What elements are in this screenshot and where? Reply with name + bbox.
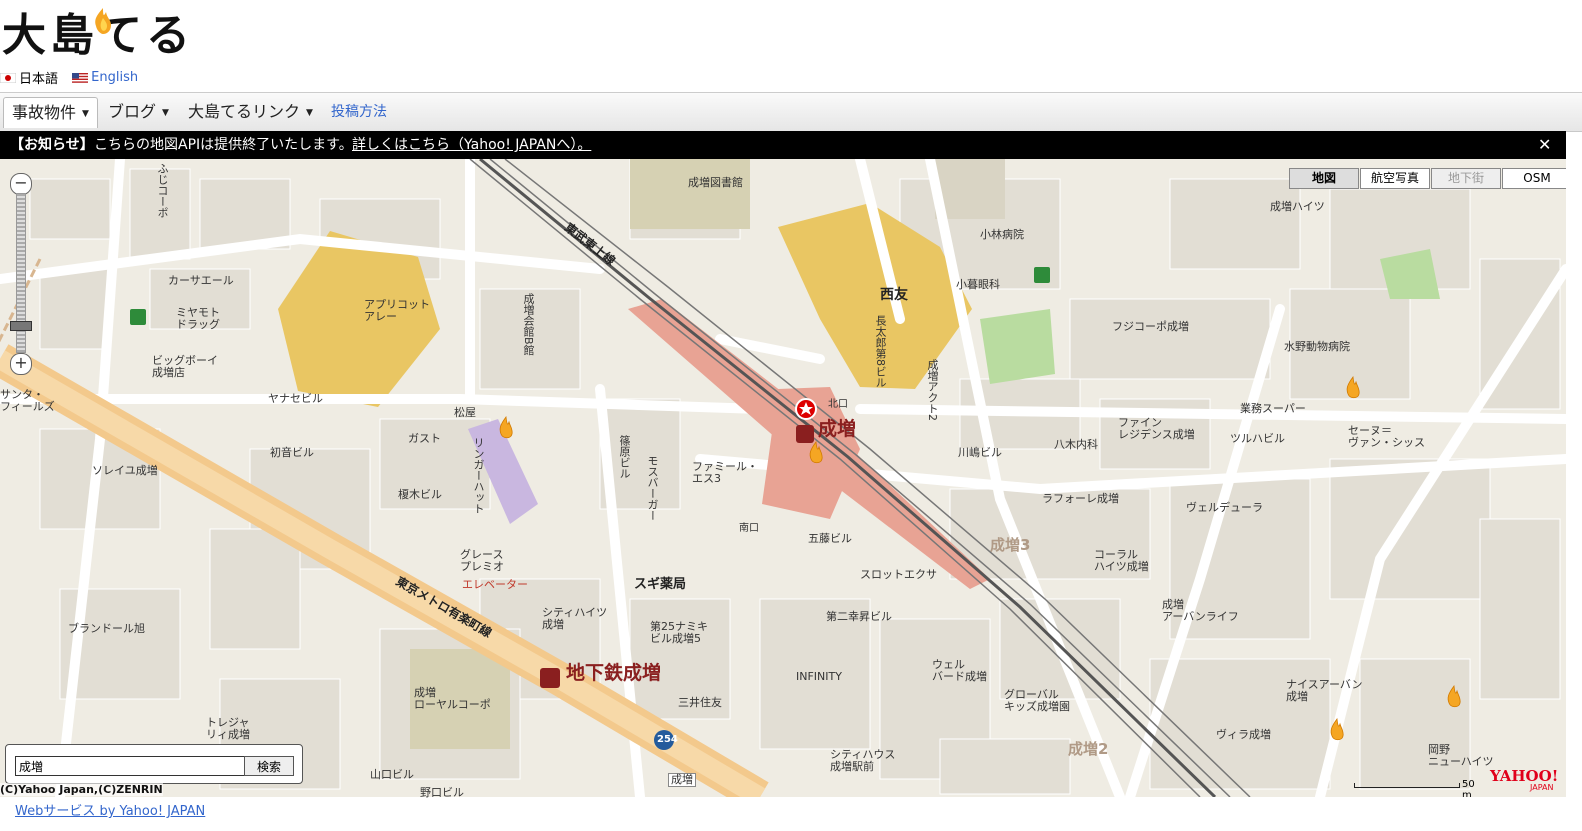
yahoo-webservice-link[interactable]: Webサービス by Yahoo! JAPAN bbox=[15, 800, 205, 819]
nav-jiko-bukken-dropdown[interactable]: 事故物件 ▼ bbox=[3, 97, 98, 128]
site-logo[interactable]: 大島てる bbox=[2, 8, 194, 64]
notice-details-link[interactable]: 詳しくはこちら（Yahoo! JAPANへ）。 bbox=[352, 131, 591, 159]
main-navbar: 事故物件 ▼ ブログ ▼ 大島てるリンク ▼ 投稿方法 bbox=[0, 92, 1582, 132]
nav-blog-label: ブログ bbox=[108, 102, 157, 121]
lang-ja-link[interactable]: 日本語 bbox=[0, 68, 58, 87]
zoom-out-button[interactable]: − bbox=[10, 173, 32, 195]
zoom-in-button[interactable]: + bbox=[10, 353, 32, 375]
nav-jiko-label: 事故物件 bbox=[12, 103, 77, 122]
map-type-osm-button[interactable]: OSM bbox=[1502, 168, 1566, 189]
caret-down-icon: ▼ bbox=[162, 107, 169, 118]
map-graphics bbox=[0, 159, 1566, 797]
japan-flag-icon bbox=[0, 72, 16, 83]
map-scale: 50 m bbox=[1354, 779, 1475, 797]
map-search-button[interactable]: 検索 bbox=[244, 756, 294, 776]
notice-text: こちらの地図APIは提供終了いたします。 bbox=[94, 137, 353, 153]
notice-bar: 【お知らせ】 こちらの地図APIは提供終了いたします。 詳しくはこちら（Yaho… bbox=[0, 131, 1566, 159]
language-switcher: 日本語 English bbox=[0, 68, 148, 87]
header: 大島てる 日本語 English bbox=[0, 0, 1582, 92]
nav-blog-dropdown[interactable]: ブログ ▼ bbox=[100, 97, 177, 127]
notice-label: 【お知らせ】 bbox=[10, 137, 94, 153]
map-type-aerial-button[interactable]: 航空写真 bbox=[1360, 168, 1430, 189]
map-canvas[interactable]: 地図 航空写真 地下街 OSM − + 検索 (C)Yahoo Japan,(C… bbox=[0, 159, 1566, 797]
map-search-box: 検索 bbox=[5, 744, 303, 784]
zoom-slider-handle[interactable] bbox=[10, 321, 32, 331]
lang-en-link[interactable]: English bbox=[72, 70, 138, 85]
map-copyright: (C)Yahoo Japan,(C)ZENRIN bbox=[0, 783, 163, 796]
lang-en-label: English bbox=[91, 70, 139, 85]
map-type-switcher: 地図 航空写真 地下街 OSM bbox=[1289, 168, 1566, 189]
scale-bar bbox=[1354, 783, 1460, 788]
nav-links-dropdown[interactable]: 大島てるリンク ▼ bbox=[180, 97, 321, 127]
lang-ja-label: 日本語 bbox=[19, 72, 59, 87]
flame-icon bbox=[95, 8, 111, 34]
caret-down-icon: ▼ bbox=[306, 107, 313, 118]
map-type-map-button[interactable]: 地図 bbox=[1289, 168, 1359, 189]
us-flag-icon bbox=[72, 72, 89, 83]
caret-down-icon: ▼ bbox=[82, 108, 89, 119]
nav-post-link[interactable]: 投稿方法 bbox=[323, 97, 395, 127]
yahoo-logo-sub: JAPAN bbox=[1530, 783, 1554, 792]
zoom-control: − + bbox=[8, 169, 32, 377]
map-type-underground-button[interactable]: 地下街 bbox=[1431, 168, 1501, 189]
close-icon[interactable]: ✕ bbox=[1538, 131, 1551, 159]
nav-links-label: 大島てるリンク bbox=[188, 102, 301, 121]
map-search-input[interactable] bbox=[15, 756, 249, 776]
scale-label: 50 m bbox=[1462, 779, 1475, 797]
